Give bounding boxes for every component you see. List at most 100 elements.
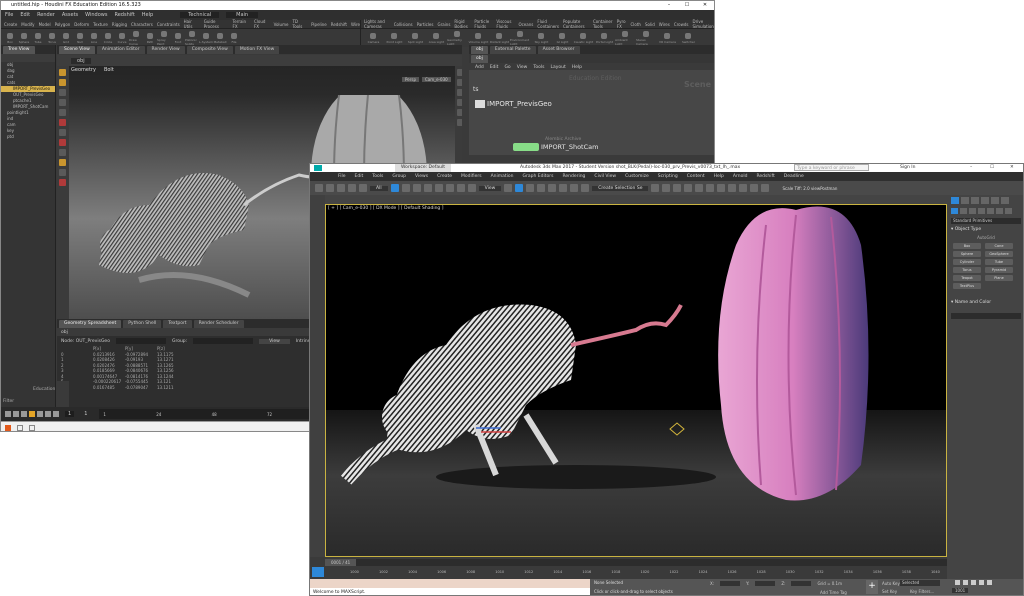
max-menu-4[interactable]: Views: [415, 174, 428, 179]
shelf-tool-12[interactable]: Font: [171, 30, 185, 47]
step-back-icon[interactable]: [13, 411, 19, 417]
scene-explorer-icon[interactable]: [684, 184, 693, 192]
close-button[interactable]: ✕: [1010, 164, 1014, 172]
move-icon[interactable]: [434, 184, 443, 192]
max-menu-12[interactable]: Scripting: [658, 174, 678, 179]
snap-icon[interactable]: [537, 184, 546, 192]
shelf-tool-7[interactable]: Circle: [101, 30, 115, 47]
tree-item[interactable]: ptcl: [1, 134, 55, 140]
view-tool-icon[interactable]: [59, 129, 66, 136]
tree-view-tab[interactable]: Tree View: [3, 45, 35, 54]
align-icon[interactable]: [662, 184, 671, 192]
light-tab-16[interactable]: Drive Simulation: [693, 19, 714, 29]
menu-assets[interactable]: Assets: [62, 12, 78, 18]
shelf-tab-0[interactable]: Create: [4, 22, 17, 27]
render-frame-icon[interactable]: [750, 184, 759, 192]
undo-icon[interactable]: [315, 184, 323, 192]
menu-render[interactable]: Render: [37, 12, 55, 18]
light-tab-14[interactable]: Wires: [659, 22, 670, 27]
frame-field[interactable]: 1: [65, 411, 75, 417]
sheet-col-header[interactable]: P[x]: [93, 346, 125, 351]
link-icon[interactable]: [337, 184, 345, 192]
shelf-tab-10[interactable]: Guide Process: [204, 19, 229, 29]
shelf-tab-16[interactable]: Redshift: [331, 22, 347, 27]
sheet-col-header[interactable]: P[z]: [157, 346, 189, 351]
menu-redshift[interactable]: Redshift: [114, 12, 134, 18]
light-tool-10[interactable]: Caustic Light: [573, 30, 594, 47]
cam-menu[interactable]: Cam_e-030: [422, 77, 451, 82]
jump-start-icon[interactable]: [5, 411, 11, 417]
light-tool-14[interactable]: VR Camera: [657, 30, 678, 47]
schematic-icon[interactable]: [717, 184, 726, 192]
sheet-tab-1[interactable]: Python Shell: [123, 319, 162, 328]
cameras-icon[interactable]: [978, 208, 985, 214]
network-editor[interactable]: ts Education Edition Scene IMPORT_Previs…: [469, 70, 714, 155]
goto-start-icon[interactable]: [955, 580, 960, 585]
shelf-tab-4[interactable]: Deform: [74, 22, 89, 27]
shelf-tool-2[interactable]: Tube: [31, 30, 45, 47]
node-previsgeo[interactable]: IMPORT_PrevisGeo: [475, 100, 552, 108]
viewport-mode[interactable]: Geometry: [71, 67, 96, 73]
network-menu-3[interactable]: View: [517, 65, 528, 70]
spreadsheet-node-field[interactable]: [115, 338, 166, 344]
keyboard-shortcut-icon[interactable]: [526, 184, 535, 192]
frame-counter[interactable]: 0001 / 41: [325, 559, 357, 566]
context-dropdown[interactable]: Main: [226, 12, 259, 18]
light-tool-8[interactable]: Sky Light: [531, 30, 552, 47]
shelf-tool-8[interactable]: Curve: [115, 30, 129, 47]
light-tool-3[interactable]: Area Light: [426, 30, 447, 47]
tree-filter[interactable]: Filter: [3, 399, 14, 404]
key-mode-dropdown[interactable]: Selected: [900, 580, 940, 586]
shelf-tool-15[interactable]: Metaball: [213, 30, 227, 47]
render-setup-icon[interactable]: [739, 184, 748, 192]
rotate-tool-icon[interactable]: [59, 89, 66, 96]
spacewarps-icon[interactable]: [996, 208, 1003, 214]
display-options-icon[interactable]: [457, 69, 462, 76]
menu-edit[interactable]: Edit: [20, 12, 30, 18]
maximize-button[interactable]: ☐: [990, 164, 994, 172]
max-menu-17[interactable]: Deadline: [784, 174, 804, 179]
light-tab-9[interactable]: Populate Containers: [563, 19, 589, 29]
light-tool-12[interactable]: Ambient Light: [615, 30, 636, 47]
primitive-plane-button[interactable]: Plane: [985, 275, 1013, 281]
shelf-tool-14[interactable]: L-System: [199, 30, 213, 47]
unlink-icon[interactable]: [348, 184, 356, 192]
shapes-icon[interactable]: [960, 208, 967, 214]
rotate-icon[interactable]: [445, 184, 454, 192]
next-frame-icon[interactable]: [979, 580, 984, 585]
max-menu-14[interactable]: Help: [714, 174, 724, 179]
place-icon[interactable]: [467, 184, 476, 192]
light-tab-15[interactable]: Crowds: [674, 22, 689, 27]
helpers-icon[interactable]: [987, 208, 994, 214]
add-time-tag[interactable]: Add Time Tag: [820, 590, 847, 595]
max-menu-1[interactable]: Edit: [355, 174, 364, 179]
light-tool-0[interactable]: Camera: [363, 30, 384, 47]
primitive-box-button[interactable]: Box: [953, 243, 981, 249]
shelf-tab-8[interactable]: Constraints: [157, 22, 180, 27]
bind-icon[interactable]: [359, 184, 367, 192]
sign-in-button[interactable]: Sign In: [900, 164, 915, 172]
time-ruler[interactable]: 1000 1002 1004 1006 1008 1010 1012 1014 1016 1018…: [350, 568, 940, 576]
max-viewport[interactable]: [ + ] [ Cam_e-030 ] [ DX Mode ] [ Defaul…: [325, 204, 947, 557]
shelf-tab-6[interactable]: Rigging: [112, 22, 127, 27]
network-tab-0[interactable]: obj: [471, 45, 488, 54]
systems-icon[interactable]: [1005, 208, 1012, 214]
motion-tab-icon[interactable]: [981, 197, 989, 204]
light-tab-7[interactable]: Oceans: [518, 22, 533, 27]
maximize-button[interactable]: ☐: [678, 1, 696, 10]
primitive-cone-button[interactable]: Cone: [985, 243, 1013, 249]
angle-snap-icon[interactable]: [548, 184, 557, 192]
light-tab-6[interactable]: Viscous Fluids: [496, 19, 514, 29]
max-menu-0[interactable]: File: [338, 174, 346, 179]
network-tab-1[interactable]: External Palette: [489, 45, 536, 54]
utilities-tab-icon[interactable]: [1001, 197, 1009, 204]
render-icon[interactable]: [761, 184, 770, 192]
close-button[interactable]: ✕: [696, 1, 714, 10]
pane-tab-0[interactable]: Scene View: [59, 45, 95, 54]
workspace-dropdown[interactable]: Workspace: Default: [395, 164, 451, 172]
graphite-icon[interactable]: [695, 184, 704, 192]
goto-end-icon[interactable]: [987, 580, 992, 585]
pivot-icon[interactable]: [504, 184, 513, 192]
shelf-tab-5[interactable]: Texture: [93, 22, 108, 27]
pane-tab-1[interactable]: Animation Editor: [96, 45, 145, 54]
